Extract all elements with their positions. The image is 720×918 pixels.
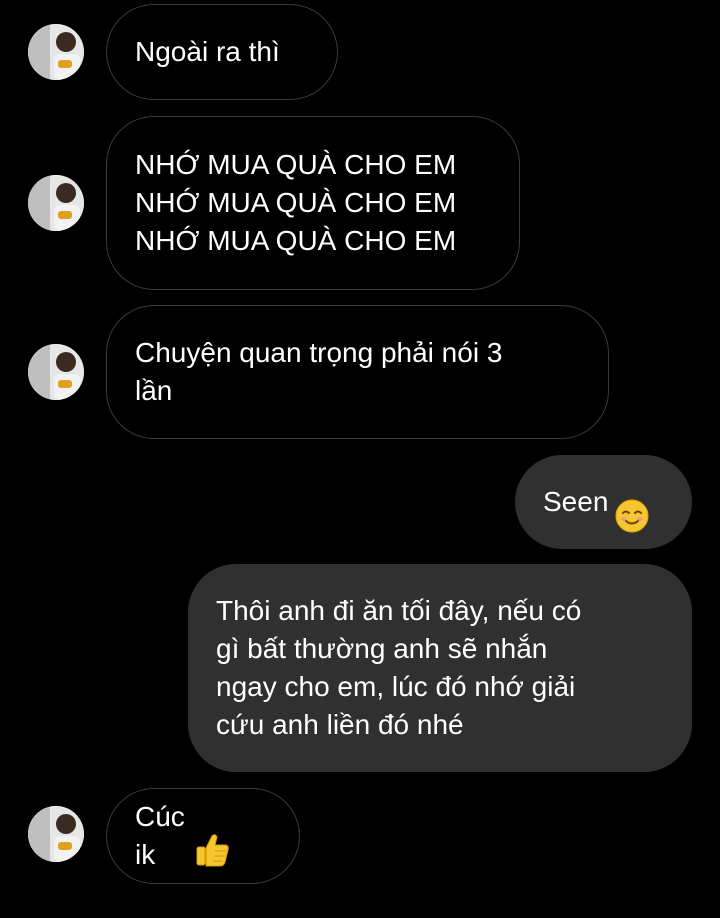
incoming-message-bubble[interactable]: Chuyện quan trọng phải nói 3 lần	[106, 305, 609, 439]
contact-avatar[interactable]	[28, 24, 84, 80]
outgoing-message-bubble[interactable]: Thôi anh đi ăn tối đây, nếu có gì bất th…	[188, 564, 692, 772]
message-text: Seen	[543, 486, 609, 517]
contact-avatar[interactable]	[28, 175, 84, 231]
incoming-message-bubble[interactable]: Cúc ik	[106, 788, 300, 884]
message-text: Chuyện quan trọng phải nói 3 lần	[135, 337, 503, 406]
message-text: Ngoài ra thì	[135, 36, 280, 67]
message-thread: Ngoài ra thì NHỚ MUA QUÀ CHO EM NHỚ MUA …	[0, 0, 720, 918]
contact-avatar[interactable]	[28, 344, 84, 400]
incoming-message-bubble[interactable]: Ngoài ra thì	[106, 4, 338, 100]
thumbs-up-emoji-icon	[193, 755, 271, 917]
outgoing-message-bubble[interactable]: Seen	[515, 455, 692, 549]
smiling-face-emoji-icon	[614, 422, 664, 582]
incoming-message-bubble[interactable]: NHỚ MUA QUÀ CHO EM NHỚ MUA QUÀ CHO EM NH…	[106, 116, 520, 290]
message-text: Thôi anh đi ăn tối đây, nếu có gì bất th…	[216, 595, 582, 740]
message-text: NHỚ MUA QUÀ CHO EM NHỚ MUA QUÀ CHO EM NH…	[135, 149, 457, 256]
contact-avatar[interactable]	[28, 806, 84, 862]
message-text: Cúc ik	[135, 801, 193, 870]
